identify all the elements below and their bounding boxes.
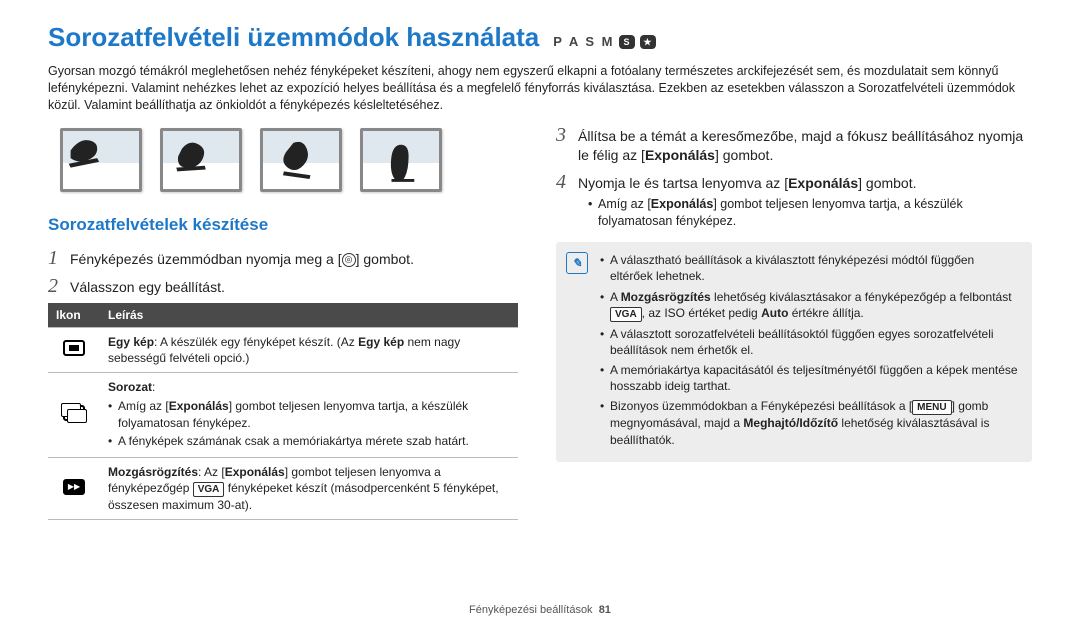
mode-letters: P A S M <box>553 33 614 51</box>
step-4-sub: Amíg az [Exponálás] gombot teljesen leny… <box>588 196 1032 230</box>
th-icon: Ikon <box>48 303 100 328</box>
r2-b1: Amíg az [Exponálás] gombot teljesen leny… <box>108 398 510 430</box>
thumb-snowboard-2 <box>160 128 242 192</box>
r1-strong2: Egy kép <box>358 335 404 349</box>
options-table: Ikon Leírás Egy kép: A készülék egy fény… <box>48 303 518 521</box>
menu-badge: MENU <box>912 400 951 415</box>
vga-badge: VGA <box>193 482 225 497</box>
note-2: A Mozgásrögzítés lehetőség kiválasztásak… <box>600 289 1020 322</box>
thumb-snowboard-4 <box>360 128 442 192</box>
mode-indicators: P A S M S ★ <box>553 33 656 51</box>
step-1-post: ] gombot. <box>356 251 414 267</box>
r2-strong: Sorozat <box>108 380 152 394</box>
mode-badge-s: S <box>619 35 635 49</box>
note-3: A választott sorozatfelvételi beállításo… <box>600 326 1020 358</box>
r1-strong: Egy kép <box>108 335 154 349</box>
single-shot-icon <box>63 340 85 356</box>
note-box: ✎ A választható beállítások a kiválaszto… <box>556 242 1032 462</box>
step-1-pre: Fényképezés üzemmódban nyomja meg a [ <box>70 251 342 267</box>
step-2: 2 Válasszon egy beállítást. <box>48 275 518 297</box>
intro-paragraph: Gyorsan mozgó témákról meglehetősen nehé… <box>48 63 1032 114</box>
r3-strong: Mozgásrögzítés <box>108 465 198 479</box>
thumb-snowboard-1 <box>60 128 142 192</box>
step-num-4: 4 <box>556 171 578 233</box>
step-2-body: Válasszon egy beállítást. <box>70 275 518 297</box>
step-num-1: 1 <box>48 247 70 269</box>
table-row: Egy kép: A készülék egy fényképet készít… <box>48 327 518 372</box>
continuous-icon <box>63 405 85 421</box>
page-title: Sorozatfelvételi üzemmódok használata <box>48 20 539 55</box>
motion-capture-icon: ▶▶ <box>63 479 85 495</box>
title-row: Sorozatfelvételi üzemmódok használata P … <box>48 20 1032 55</box>
drive-key-icon: ◎ <box>342 253 356 267</box>
note-icon: ✎ <box>566 252 588 274</box>
step-num-2: 2 <box>48 275 70 297</box>
thumb-snowboard-3 <box>260 128 342 192</box>
table-row: Sorozat: Amíg az [Exponálás] gombot telj… <box>48 373 518 458</box>
note-4: A memóriakártya kapacitásától és teljesí… <box>600 362 1020 394</box>
step-3: 3 Állítsa be a témát a keresőmezőbe, maj… <box>556 124 1032 165</box>
step-num-3: 3 <box>556 124 578 165</box>
page-footer: Fényképezési beállítások 81 <box>0 603 1080 618</box>
footer-section: Fényképezési beállítások <box>469 604 593 616</box>
mode-badge-star: ★ <box>640 35 656 49</box>
table-row: ▶▶ Mozgásrögzítés: Az [Exponálás] gombot… <box>48 457 518 519</box>
note-1: A választható beállítások a kiválasztott… <box>600 252 1020 284</box>
vga-badge: VGA <box>610 307 642 322</box>
r1-rest: : A készülék egy fényképet készít. (Az <box>154 335 358 349</box>
step-1: 1 Fényképezés üzemmódban nyomja meg a [◎… <box>48 247 518 269</box>
step-4: 4 Nyomja le és tartsa lenyomva az [Expon… <box>556 171 1032 233</box>
r2-b2: A fényképek számának csak a memóriakárty… <box>108 433 510 449</box>
note-5: Bizonyos üzemmódokban a Fényképezési beá… <box>600 398 1020 447</box>
section-subtitle: Sorozatfelvételek készítése <box>48 214 518 237</box>
example-thumbnails <box>60 128 518 192</box>
th-desc: Leírás <box>100 303 518 328</box>
r2-rest: : <box>152 380 155 394</box>
footer-page: 81 <box>599 604 611 616</box>
